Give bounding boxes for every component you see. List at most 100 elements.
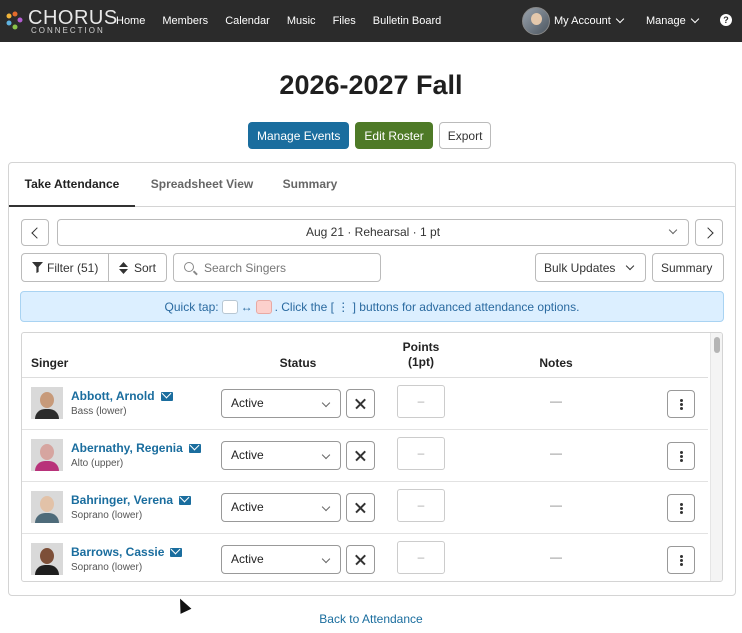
my-account-menu[interactable]: My Account bbox=[522, 6, 625, 36]
back-to-attendance-link[interactable]: Back to Attendance bbox=[0, 612, 742, 626]
status-select[interactable]: Active bbox=[221, 545, 341, 574]
next-event-button[interactable] bbox=[695, 219, 723, 246]
singer-photo bbox=[31, 387, 63, 419]
more-options-button[interactable] bbox=[667, 442, 695, 470]
bulk-updates-button[interactable]: Bulk Updates bbox=[535, 253, 646, 282]
voice-part: Soprano (lower) bbox=[71, 510, 143, 521]
points-input[interactable]: – bbox=[397, 385, 445, 418]
scrollbar-thumb[interactable] bbox=[714, 337, 720, 353]
clear-status-button[interactable] bbox=[346, 545, 375, 574]
export-button[interactable]: Export bbox=[438, 122, 492, 149]
nav-bulletin-board[interactable]: Bulletin Board bbox=[373, 15, 442, 27]
clear-status-button[interactable] bbox=[346, 389, 375, 418]
nav-calendar[interactable]: Calendar bbox=[225, 15, 270, 27]
chevron-left-icon bbox=[31, 227, 43, 239]
tab-summary[interactable]: Summary bbox=[271, 163, 349, 207]
status-select[interactable]: Active bbox=[221, 441, 341, 470]
help-icon[interactable]: ? bbox=[720, 14, 732, 26]
filter-label: Filter (51) bbox=[47, 260, 99, 275]
tab-bar: Take Attendance Spreadsheet View Summary bbox=[9, 163, 735, 207]
clear-status-button[interactable] bbox=[346, 493, 375, 522]
quick-tap-suffix: . Click the [ ⋮ ] buttons for advanced a… bbox=[274, 299, 580, 314]
points-input[interactable]: – bbox=[397, 541, 445, 574]
manage-events-button[interactable]: Manage Events bbox=[248, 122, 350, 149]
more-options-button[interactable] bbox=[667, 546, 695, 574]
nav-home[interactable]: Home bbox=[116, 15, 145, 27]
top-nav-bar: CHORUS CONNECTION Home Members Calendar … bbox=[0, 0, 742, 42]
nav-music[interactable]: Music bbox=[287, 15, 316, 27]
status-value: Active bbox=[231, 500, 264, 514]
sort-label: Sort bbox=[134, 260, 157, 275]
table-row: Barrows, Cassie Soprano (lower) Active – — bbox=[22, 534, 708, 581]
event-select[interactable]: Aug 21 · Rehearsal · 1 pt bbox=[57, 219, 689, 246]
email-icon[interactable] bbox=[179, 496, 192, 506]
filter-icon bbox=[32, 262, 43, 273]
filter-button[interactable]: Filter (51) bbox=[21, 253, 109, 282]
page-title: 2026-2027 Fall bbox=[279, 70, 463, 100]
search-icon bbox=[184, 262, 194, 272]
singer-name-link[interactable]: Bahringer, Verena bbox=[71, 493, 192, 507]
chevron-down-icon bbox=[321, 554, 331, 564]
search-placeholder: Search Singers bbox=[204, 260, 287, 275]
manage-menu[interactable]: Manage bbox=[646, 0, 700, 42]
singer-name-link[interactable]: Abbott, Arnold bbox=[71, 389, 173, 403]
table-row: Bahringer, Verena Soprano (lower) Active – — bbox=[22, 482, 708, 534]
header-points-sub: (1pt) bbox=[408, 355, 434, 369]
clear-status-button[interactable] bbox=[346, 441, 375, 470]
status-select[interactable]: Active bbox=[221, 493, 341, 522]
quick-tap-banner: Quick tap: ↔ . Click the [ ⋮ ] buttons f… bbox=[20, 291, 724, 322]
brand-sub: CONNECTION bbox=[31, 26, 105, 35]
header-status: Status bbox=[279, 356, 317, 370]
notes-value: — bbox=[550, 446, 562, 460]
attendance-panel: Take Attendance Spreadsheet View Summary… bbox=[8, 162, 736, 596]
chevron-down-icon bbox=[690, 14, 700, 24]
event-select-value: Aug 21 · Rehearsal · 1 pt bbox=[305, 225, 441, 239]
email-icon[interactable] bbox=[188, 444, 201, 454]
header-singer: Singer bbox=[31, 356, 69, 370]
singer-photo bbox=[31, 543, 63, 575]
more-options-button[interactable] bbox=[667, 390, 695, 418]
singer-photo bbox=[31, 491, 63, 523]
my-account-label: My Account bbox=[554, 15, 611, 27]
chevron-down-icon bbox=[321, 398, 331, 408]
summary-button[interactable]: Summary bbox=[652, 253, 724, 282]
singer-name-link[interactable]: Barrows, Cassie bbox=[71, 545, 183, 559]
main-nav: Home Members Calendar Music Files Bullet… bbox=[116, 0, 458, 42]
chevron-down-icon bbox=[668, 225, 678, 235]
edit-roster-button[interactable]: Edit Roster bbox=[355, 122, 433, 149]
search-input[interactable]: Search Singers bbox=[173, 253, 381, 282]
action-buttons: Manage Events Edit Roster Export bbox=[248, 122, 492, 149]
sort-button[interactable]: Sort bbox=[108, 253, 167, 282]
voice-part: Soprano (lower) bbox=[71, 562, 143, 573]
nav-members[interactable]: Members bbox=[162, 15, 208, 27]
bulk-updates-label: Bulk Updates bbox=[544, 260, 616, 275]
header-notes: Notes bbox=[539, 356, 573, 370]
chevron-down-icon bbox=[625, 261, 635, 271]
logo-mark-icon bbox=[6, 11, 23, 30]
email-icon[interactable] bbox=[170, 548, 183, 558]
present-chip bbox=[221, 299, 238, 314]
chevron-down-icon bbox=[321, 450, 331, 460]
quick-tap-prefix: Quick tap: bbox=[164, 299, 219, 314]
singer-name: Barrows, Cassie bbox=[71, 545, 165, 559]
points-input[interactable]: – bbox=[397, 489, 445, 522]
points-input[interactable]: – bbox=[397, 437, 445, 470]
tab-spreadsheet-view[interactable]: Spreadsheet View bbox=[139, 163, 265, 207]
tab-take-attendance[interactable]: Take Attendance bbox=[9, 163, 135, 207]
nav-files[interactable]: Files bbox=[333, 15, 356, 27]
chevron-down-icon bbox=[615, 14, 625, 24]
table-scrollbar[interactable] bbox=[710, 333, 722, 581]
notes-value: — bbox=[550, 498, 562, 512]
previous-event-button[interactable] bbox=[21, 219, 49, 246]
status-value: Active bbox=[231, 396, 264, 410]
notes-value: — bbox=[550, 550, 562, 564]
chorus-connection-logo[interactable]: CHORUS CONNECTION bbox=[4, 7, 117, 35]
more-options-button[interactable] bbox=[667, 494, 695, 522]
singer-name: Abbott, Arnold bbox=[71, 389, 155, 403]
filter-row: Filter (51) Sort Search Singers Bulk Upd… bbox=[21, 253, 725, 282]
user-avatar bbox=[522, 7, 550, 35]
email-icon[interactable] bbox=[160, 392, 173, 402]
status-select[interactable]: Active bbox=[221, 389, 341, 418]
singer-name-link[interactable]: Abernathy, Regenia bbox=[71, 441, 201, 455]
singer-name: Bahringer, Verena bbox=[71, 493, 174, 507]
